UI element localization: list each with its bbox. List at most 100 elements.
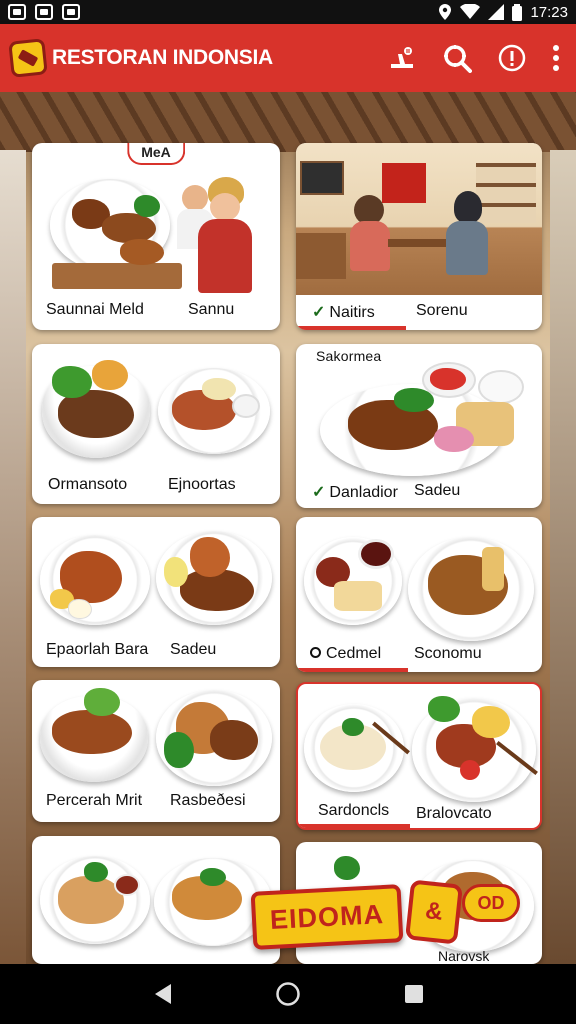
rice-dish <box>478 370 524 404</box>
selection-bar <box>296 326 406 330</box>
promo-badge-2[interactable]: OD <box>462 884 520 922</box>
promo-badge[interactable]: & <box>405 879 463 945</box>
notification-icon <box>35 4 53 20</box>
food-garnish <box>430 368 466 390</box>
diner-head <box>210 193 240 221</box>
food-garnish <box>52 366 92 398</box>
selection-bar <box>296 668 408 672</box>
home-icon[interactable] <box>275 981 301 1007</box>
food-garnish <box>200 868 226 886</box>
menu-card-1[interactable]: MeA Saunnai Meld Sannu <box>32 143 280 330</box>
card-label-left: Cedmel <box>310 645 381 663</box>
app-title: RESTORAN INDONSIA <box>52 46 273 69</box>
food-item <box>102 213 156 243</box>
radio-icon <box>310 647 321 658</box>
counter <box>296 233 346 279</box>
food-item <box>202 378 236 400</box>
card-label-left: Epaorlah Bara <box>46 641 149 658</box>
food-garnish <box>164 557 188 587</box>
signal-icon <box>488 4 505 20</box>
food-item <box>120 239 164 265</box>
food-item <box>52 710 132 754</box>
card-header: Sakormea <box>316 348 382 364</box>
notification-icon <box>62 4 80 20</box>
shelf <box>476 163 536 223</box>
food-item <box>190 537 230 577</box>
more-vert-icon[interactable] <box>552 44 560 72</box>
card-label-right: Sorenu <box>416 302 468 319</box>
check-icon: ✓ <box>312 484 326 501</box>
menu-card-9[interactable] <box>32 836 280 964</box>
left-wall <box>0 150 26 964</box>
card-label-right: Ejnoortas <box>168 476 236 493</box>
search-icon[interactable] <box>442 43 472 73</box>
card-label-right: Narovsk <box>438 948 490 964</box>
diner-head <box>182 185 208 211</box>
app-bar-actions <box>388 43 560 73</box>
app-logo <box>8 38 48 78</box>
selection-bar <box>298 824 410 828</box>
wooden-board <box>52 263 182 289</box>
sauce-dish <box>232 394 260 418</box>
app-root: 17:23 RESTORAN INDONSIA MeA Saunnai Meld… <box>0 0 576 1024</box>
card-badge: MeA <box>127 143 185 165</box>
food-garnish <box>134 195 160 217</box>
sauce-dish <box>114 874 140 896</box>
diner-body <box>446 221 488 275</box>
food-garnish <box>342 718 364 736</box>
info-icon[interactable] <box>498 44 526 72</box>
card-label-right: Sadeu <box>170 641 217 658</box>
card-label-right: Bralovcato <box>416 805 492 822</box>
food-item <box>334 581 382 611</box>
card-label-left: Percerah Mrit <box>46 792 143 809</box>
menu-card-4[interactable]: Sakormea ✓ Danladior Sadeu <box>296 344 542 508</box>
battery-icon <box>512 3 523 21</box>
promo-badge-text: & <box>424 897 445 926</box>
check-icon: ✓ <box>312 304 326 321</box>
menu-card-2[interactable]: ✓ Naitirs Sorenu <box>296 143 542 330</box>
card-label-right: Sadeu <box>414 482 461 499</box>
cart-icon[interactable] <box>388 44 416 72</box>
card-label-left: ✓ Naitirs <box>312 304 375 321</box>
food-item <box>92 360 128 390</box>
food-garnish <box>428 696 460 722</box>
menu-card-3[interactable]: Ormansoto Ejnoortas <box>32 344 280 504</box>
promo-banner[interactable]: EIDOMA <box>250 884 404 950</box>
food-item <box>210 720 258 760</box>
wall-sign <box>382 163 426 203</box>
back-icon[interactable] <box>151 982 173 1006</box>
sauce-dish <box>358 539 394 569</box>
food-garnish <box>84 862 108 882</box>
food-garnish <box>164 732 194 768</box>
food-garnish <box>434 426 474 452</box>
navigation-bar <box>0 964 576 1024</box>
clock: 17:23 <box>530 3 568 21</box>
status-bar: 17:23 <box>0 0 576 24</box>
food-item <box>472 706 510 738</box>
card-label-right: Sconomu <box>414 645 482 662</box>
tomato <box>460 760 480 780</box>
wifi-icon <box>460 4 481 19</box>
menu-card-8[interactable]: Sardoncls Bralovcato <box>296 682 542 830</box>
card-label-right: Sannu <box>188 301 235 318</box>
food-garnish <box>334 856 360 880</box>
menu-card-5[interactable]: Epaorlah Bara Sadeu <box>32 517 280 667</box>
diner-body <box>350 221 390 271</box>
card-label-right: Rasbeðesi <box>170 792 246 809</box>
card-label-left: Sardoncls <box>318 802 390 819</box>
promo-badge-2-text: OD <box>477 892 505 913</box>
card-label-left: Ormansoto <box>48 476 128 493</box>
card-label-left: Saunnai Meld <box>46 301 144 318</box>
food-item <box>482 547 504 591</box>
location-icon <box>439 4 452 20</box>
notification-icon <box>8 4 26 20</box>
food-garnish <box>84 688 120 716</box>
menu-card-7[interactable]: Percerah Mrit Rasbeðesi <box>32 680 280 822</box>
promo-text: EIDOMA <box>269 898 385 935</box>
recents-icon[interactable] <box>403 983 425 1005</box>
menu-card-6[interactable]: Cedmel Sconomu <box>296 517 542 672</box>
card-label-left: ✓ Danladior <box>312 484 398 501</box>
app-bar: RESTORAN INDONSIA <box>0 24 576 92</box>
food-item <box>68 599 92 619</box>
right-wall <box>550 150 576 964</box>
